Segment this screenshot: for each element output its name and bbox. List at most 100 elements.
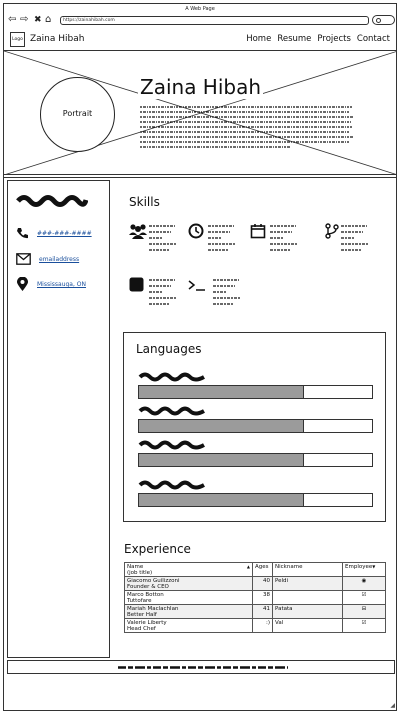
languages-panel: Languages <box>123 332 386 522</box>
language-level-fill <box>139 494 305 506</box>
phone-link[interactable]: ###-###-#### <box>37 230 92 237</box>
employee-checkbox[interactable]: ⊟ <box>342 604 386 619</box>
language-level-fill <box>139 420 305 432</box>
cell-nickname <box>272 590 343 605</box>
checkbox-checked-icon: ☑ <box>361 591 367 598</box>
nav-projects[interactable]: Projects <box>317 34 351 44</box>
portrait-placeholder: Portrait <box>40 77 115 152</box>
language-level-bar <box>138 493 373 507</box>
column-header-employee[interactable]: Employee▼ <box>342 562 386 577</box>
location-link[interactable]: Mississauga, ON <box>37 281 86 288</box>
employee-radio[interactable]: ◉ <box>342 576 386 591</box>
language-name-scribble <box>138 440 205 450</box>
contact-sidebar: ###-###-#### emailaddress Mississauga, O… <box>7 180 110 658</box>
table-row[interactable]: Giacomo Guilizzoni Founder & CEO 40 Peldi… <box>124 576 386 591</box>
skill-item <box>188 277 248 309</box>
close-icon[interactable]: ✖ <box>34 15 42 25</box>
cell-age: 38 <box>252 590 273 605</box>
skill-item <box>250 223 310 255</box>
placeholder-text <box>208 225 236 251</box>
cell-name: Mariah Maclachlan Better Half <box>124 604 253 619</box>
placeholder-text <box>149 279 177 305</box>
employee-checkbox[interactable]: ☑ <box>342 590 386 605</box>
skills-heading: Skills <box>129 195 160 209</box>
language-level-bar <box>138 385 373 399</box>
contact-phone: ###-###-#### <box>16 227 92 240</box>
skill-item <box>188 223 248 255</box>
resize-grip-icon[interactable]: ◢ <box>390 702 395 709</box>
checkbox-indeterminate-icon: ⊟ <box>361 605 367 612</box>
skill-item <box>129 223 189 255</box>
contact-email: emailaddress <box>16 253 79 265</box>
skill-item <box>325 223 385 255</box>
placeholder-text <box>270 225 298 251</box>
footer-text-scribble <box>118 666 288 669</box>
footer <box>7 660 395 674</box>
cell-name: Giacomo Guilizzoni Founder & CEO <box>124 576 253 591</box>
square-icon <box>129 277 144 292</box>
browser-menu-button[interactable] <box>372 15 395 25</box>
placeholder-text <box>341 225 369 251</box>
nav-home[interactable]: Home <box>246 34 271 44</box>
nav-contact[interactable]: Contact <box>357 34 390 44</box>
experience-heading: Experience <box>124 542 191 556</box>
placeholder-text <box>149 225 177 251</box>
cell-name: Valerie Liberty Head Chef <box>124 618 253 633</box>
nav-resume[interactable]: Resume <box>277 34 311 44</box>
placeholder-text <box>213 279 241 305</box>
contact-location: Mississauga, ON <box>16 277 86 292</box>
chevron-down-icon: ▼ <box>372 563 376 569</box>
cell-nickname: Patata <box>272 604 343 619</box>
table-row[interactable]: Mariah Maclachlan Better Half 41 Patata ⊟ <box>124 604 386 619</box>
group-icon <box>129 224 147 239</box>
browser-window: A Web Page ⇦ ⇨ ✖ ⌂ https://zainahibah.co… <box>3 3 397 711</box>
cell-age: 41 <box>252 604 273 619</box>
calendar-icon <box>250 224 266 239</box>
name-scribble <box>16 195 88 207</box>
email-link[interactable]: emailaddress <box>39 256 79 263</box>
site-brand[interactable]: Zaina Hibah <box>30 34 84 44</box>
phone-icon <box>17 228 28 239</box>
experience-table: ▲ Name (job title) Ages Nickname Employee… <box>124 562 386 633</box>
language-level-fill <box>139 386 305 398</box>
employee-checkbox[interactable]: ☑ <box>342 618 386 633</box>
hero-banner: Portrait Zaina Hibah <box>4 51 396 175</box>
language-level-bar <box>138 453 373 467</box>
cell-nickname: Peldi <box>272 576 343 591</box>
language-name-scribble <box>138 372 205 382</box>
main-content: Skills Languages Experience ▲ Name (job … <box>111 180 396 658</box>
url-field[interactable]: https://zainahibah.com <box>60 16 369 25</box>
branch-icon <box>325 223 339 239</box>
home-icon[interactable]: ⌂ <box>45 15 51 25</box>
back-icon[interactable]: ⇦ <box>8 15 16 25</box>
column-header-ages[interactable]: Ages <box>252 562 273 577</box>
clock-icon <box>188 223 204 239</box>
cell-age: :) <box>252 618 273 633</box>
cell-nickname: Val <box>272 618 343 633</box>
forward-icon[interactable]: ⇨ <box>20 15 28 25</box>
hero-name: Zaina Hibah <box>138 75 264 99</box>
checkbox-checked-icon: ☑ <box>361 619 367 626</box>
language-name-scribble <box>138 480 205 490</box>
column-header-nickname[interactable]: Nickname <box>272 562 343 577</box>
column-header-name[interactable]: ▲ Name (job title) <box>124 562 253 577</box>
language-level-fill <box>139 454 305 466</box>
radio-selected-icon: ◉ <box>361 577 367 584</box>
table-row[interactable]: Marco Botton Tuttofare 38 ☑ <box>124 590 386 605</box>
address-row: ⇦ ⇨ ✖ ⌂ https://zainahibah.com <box>4 14 396 28</box>
window-title: A Web Page <box>185 6 215 12</box>
table-row[interactable]: Valerie Liberty Head Chef :) Val ☑ <box>124 618 386 633</box>
sort-caret-icon: ▲ <box>246 563 250 569</box>
placeholder-text-block <box>140 106 353 148</box>
map-pin-icon <box>17 277 28 291</box>
cell-name: Marco Botton Tuttofare <box>124 590 253 605</box>
cell-age: 40 <box>252 576 273 591</box>
language-name-scribble <box>138 406 205 416</box>
site-nav: Logo Zaina Hibah Home Resume Projects Co… <box>4 29 396 51</box>
mail-icon <box>16 253 31 265</box>
skill-item <box>129 277 189 309</box>
search-icon <box>376 17 381 23</box>
logo: Logo <box>10 32 25 47</box>
nav-links: Home Resume Projects Contact <box>246 34 390 44</box>
language-level-bar <box>138 419 373 433</box>
